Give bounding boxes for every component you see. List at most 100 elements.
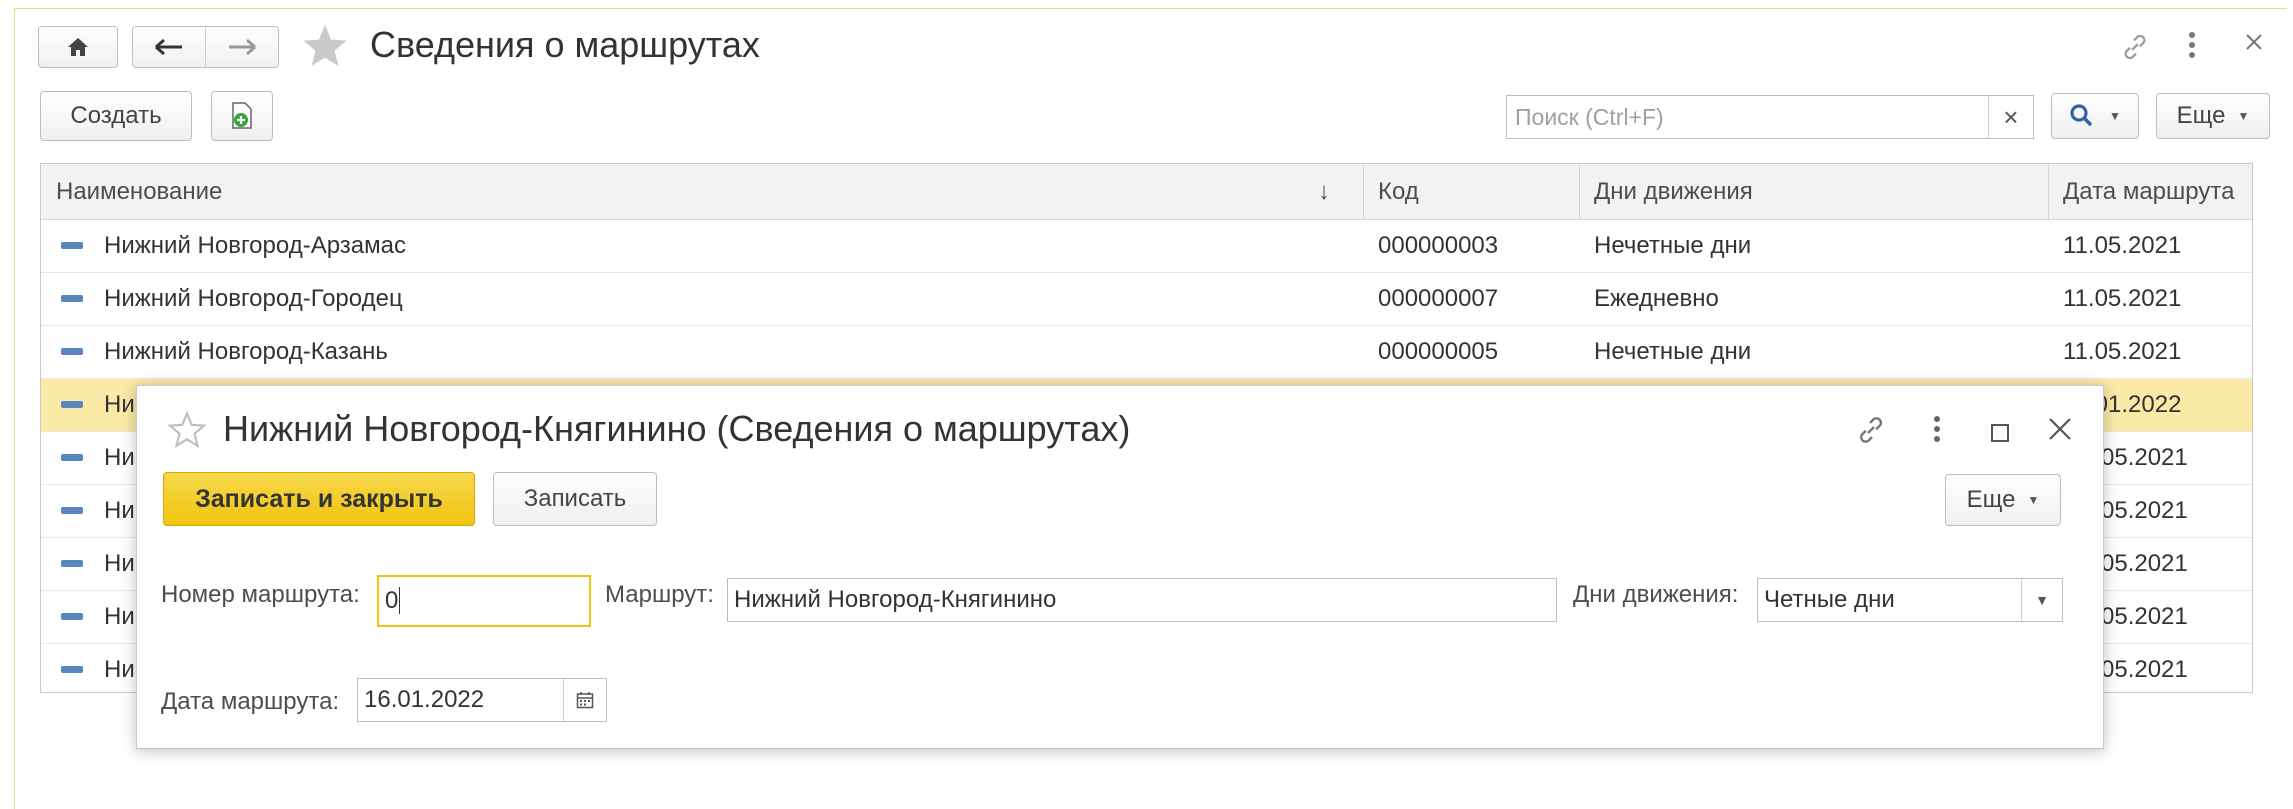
dialog-title: Нижний Новгород-Княгинино (Сведения о ма… [223, 408, 1131, 449]
dialog-more-vertical-button[interactable] [1931, 414, 1943, 452]
row-days: Нечетные дни [1594, 338, 1752, 365]
navigation-group [132, 26, 279, 68]
days-dropdown-button[interactable]: ▼ [2021, 579, 2062, 621]
dialog-maximize-button[interactable] [1989, 418, 2011, 452]
row-days: Ежедневно [1594, 285, 1719, 312]
dialog-favorite-button[interactable] [167, 410, 207, 455]
row-days: Нечетные дни [1594, 232, 1752, 259]
dialog-more-button[interactable]: Еще ▼ [1945, 474, 2061, 526]
item-icon [61, 666, 83, 673]
row-name: Нижний Новгород-Казань [104, 338, 388, 365]
link-button[interactable] [2118, 30, 2152, 71]
window-close-button[interactable] [2243, 28, 2265, 60]
create-copy-button[interactable] [211, 91, 273, 141]
row-name: Ни [104, 444, 135, 471]
row-name: Ни [104, 497, 135, 524]
table-row[interactable]: Нижний Новгород-Казань 000000005 Нечетны… [41, 326, 2252, 379]
chevron-down-icon: ▼ [2035, 592, 2049, 608]
calendar-button[interactable] [563, 679, 606, 721]
row-date: 05.2021 [2101, 497, 2188, 524]
row-code: 000000005 [1378, 338, 1499, 365]
route-number-label: Номер маршрута: [161, 581, 360, 608]
home-button[interactable] [38, 26, 118, 68]
row-name: Нижний Новгород-Арзамас [104, 232, 406, 259]
days-value: Четные дни [1764, 586, 1895, 613]
route-number-value: 0 [385, 587, 399, 614]
calendar-icon [576, 692, 594, 709]
back-button[interactable] [133, 27, 205, 67]
chevron-down-icon: ▼ [2109, 109, 2121, 123]
column-header-days[interactable]: Дни движения [1594, 164, 1753, 219]
more-vertical-icon [1934, 416, 1940, 442]
item-icon [61, 507, 83, 514]
arrow-right-icon [229, 38, 256, 56]
search-clear-button[interactable]: × [1988, 96, 2033, 138]
item-icon [61, 401, 83, 408]
chevron-down-icon: ▼ [2237, 109, 2250, 123]
column-divider[interactable] [1579, 164, 1580, 219]
item-icon [61, 560, 83, 567]
link-icon [1859, 417, 1883, 443]
row-name: Ни [104, 391, 135, 418]
arrow-left-icon [155, 38, 182, 56]
item-icon [61, 454, 83, 461]
table-header: Наименование ↓ Код Дни движения Дата мар… [41, 164, 2252, 220]
row-name: Ни [104, 656, 135, 683]
forward-button[interactable] [205, 27, 278, 67]
star-icon [303, 25, 347, 66]
row-date: 11.05.2021 [2063, 338, 2182, 365]
item-icon [61, 613, 83, 620]
search-button[interactable]: ▼ [2051, 93, 2139, 139]
more-vertical-icon [2189, 32, 2195, 58]
dialog-link-button[interactable] [1853, 412, 1889, 456]
route-date-field[interactable]: 16.01.2022 [357, 678, 607, 722]
dialog-close-button[interactable] [2047, 416, 2073, 450]
row-name: Ни [104, 603, 135, 630]
route-date-label: Дата маршрута: [161, 688, 340, 715]
column-divider[interactable] [1363, 164, 1364, 219]
favorite-button[interactable] [300, 22, 350, 75]
route-number-field[interactable]: 0 [377, 575, 591, 627]
row-name: Ни [104, 550, 135, 577]
item-icon [61, 242, 83, 249]
add-document-icon [232, 102, 252, 129]
column-header-date[interactable]: Дата маршрута [2063, 164, 2234, 219]
column-divider[interactable] [2048, 164, 2049, 219]
maximize-icon [1991, 424, 2009, 442]
days-select[interactable]: Четные дни ▼ [1757, 578, 2063, 622]
row-date: 05.2021 [2101, 550, 2188, 577]
more-button-label: Еще [2176, 102, 2226, 129]
column-header-name[interactable]: Наименование [56, 164, 222, 219]
page-title: Сведения о маршрутах [370, 24, 760, 65]
row-date: 11.05.2021 [2063, 285, 2182, 312]
route-label: Маршрут: [605, 581, 714, 608]
row-code: 000000003 [1378, 232, 1499, 259]
table-row[interactable]: Нижний Новгород-Городец 000000007 Ежедне… [41, 273, 2252, 326]
home-icon [68, 38, 88, 56]
star-outline-icon [167, 410, 207, 449]
save-and-close-button[interactable]: Записать и закрыть [163, 472, 475, 526]
search-field[interactable]: × [1506, 95, 2034, 139]
create-button[interactable]: Создать [40, 91, 192, 141]
search-icon [2070, 104, 2093, 127]
more-vertical-button[interactable] [2186, 30, 2198, 67]
column-header-code[interactable]: Код [1378, 164, 1419, 219]
item-icon [61, 348, 83, 355]
route-field[interactable]: Нижний Новгород-Княгинино [727, 578, 1557, 622]
row-name: Нижний Новгород-Городец [104, 285, 403, 312]
close-icon [2049, 418, 2071, 440]
save-button[interactable]: Записать [493, 472, 657, 526]
chevron-down-icon: ▼ [2027, 493, 2040, 507]
row-date: 05.2021 [2101, 444, 2188, 471]
link-icon [2124, 34, 2146, 60]
search-input[interactable] [1507, 96, 1988, 138]
more-button[interactable]: Еще ▼ [2156, 93, 2270, 139]
route-date-value: 16.01.2022 [364, 686, 485, 713]
close-icon [2246, 34, 2262, 50]
dialog-more-label: Еще [1966, 486, 2016, 513]
sort-arrow-icon: ↓ [1318, 178, 1330, 205]
table-row[interactable]: Нижний Новгород-Арзамас 000000003 Нечетн… [41, 220, 2252, 273]
days-label: Дни движения: [1573, 581, 1739, 608]
row-date: 05.2021 [2101, 656, 2188, 683]
row-date: 05.2021 [2101, 603, 2188, 630]
